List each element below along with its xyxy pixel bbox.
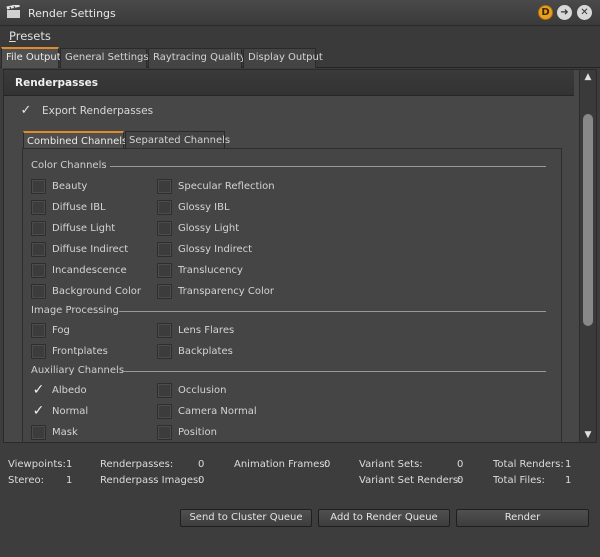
- checkbox-lens-flares[interactable]: [157, 323, 172, 338]
- checkbox-occlusion[interactable]: [157, 383, 172, 398]
- clapperboard-icon: [6, 5, 20, 18]
- export-renderpasses-label: Export Renderpasses: [42, 105, 154, 117]
- checkbox-glossy-ibl[interactable]: [157, 200, 172, 215]
- checkbox-label: Beauty: [52, 181, 88, 192]
- group-label-color-channels: Color Channels: [31, 160, 107, 171]
- checkbox-label: Diffuse IBL: [52, 202, 106, 213]
- stat-label: Total Renders:: [493, 459, 564, 470]
- checkbox-label: Glossy Indirect: [178, 244, 253, 255]
- checkbox-label: Diffuse Indirect: [52, 244, 129, 255]
- checkbox-label: Background Color: [52, 286, 141, 297]
- stat-label: Variant Set Renders:: [359, 475, 462, 486]
- stat-label: Renderpasses:: [100, 459, 174, 470]
- checkbox-label: Normal: [52, 406, 89, 417]
- checkbox-label: Fog: [52, 325, 70, 336]
- checkbox-label: Occlusion: [178, 385, 227, 396]
- stat-value: 0: [198, 475, 205, 486]
- checkbox-glossy-indirect[interactable]: [157, 242, 172, 257]
- checkbox-label: Glossy Light: [178, 223, 240, 234]
- checkbox-label: Camera Normal: [178, 406, 257, 417]
- stat-value: 1: [66, 475, 73, 486]
- checkbox-transparency-color[interactable]: [157, 284, 172, 299]
- checkmark-icon: ✓: [20, 103, 32, 118]
- divider: [119, 311, 546, 312]
- triangle-down-icon[interactable]: ▼: [580, 428, 596, 442]
- checkbox-label: Incandescence: [52, 265, 127, 276]
- divider: [110, 166, 546, 167]
- render-button[interactable]: Render: [456, 509, 589, 527]
- menu-bar: Presets: [0, 26, 600, 46]
- main-tab-bar: File Output General Settings Raytracing …: [0, 46, 600, 68]
- checkbox-label: Transparency Color: [178, 286, 274, 297]
- section-header: Renderpasses: [4, 70, 574, 96]
- stat-label: Total Files:: [493, 475, 545, 486]
- group-label-auxiliary-channels: Auxiliary Channels: [31, 365, 125, 376]
- checkbox-label: Specular Reflection: [178, 181, 275, 192]
- checkbox-fog[interactable]: [31, 323, 46, 338]
- content-panel: Renderpasses ▲ ▼ ✓ Export Renderpasses C…: [3, 69, 597, 443]
- checkbox-label: Mask: [52, 427, 78, 438]
- export-renderpasses-checkbox[interactable]: ✓ Export Renderpasses: [19, 103, 154, 119]
- tab-general-settings[interactable]: General Settings: [60, 48, 149, 68]
- menu-presets[interactable]: Presets: [9, 29, 51, 43]
- checkbox-specular-reflection[interactable]: [157, 179, 172, 194]
- scroll-thumb[interactable]: [583, 114, 593, 326]
- d-badge-icon[interactable]: D: [538, 5, 553, 20]
- checkbox-frontplates[interactable]: [31, 344, 46, 359]
- checkbox-position[interactable]: [157, 425, 172, 440]
- triangle-up-icon[interactable]: ▲: [580, 70, 596, 84]
- checkbox-mask[interactable]: [31, 425, 46, 440]
- checkbox-label: Glossy IBL: [178, 202, 230, 213]
- stat-label: Viewpoints:: [8, 459, 66, 470]
- checkbox-label: Albedo: [52, 385, 87, 396]
- checkbox-label: Position: [178, 427, 217, 438]
- checkbox-diffuse-indirect[interactable]: [31, 242, 46, 257]
- tab-display-output[interactable]: Display Output: [243, 48, 323, 68]
- checkbox-label: Lens Flares: [178, 325, 235, 336]
- checkbox-translucency[interactable]: [157, 263, 172, 278]
- checkbox-label: Frontplates: [52, 346, 108, 357]
- tab-file-output[interactable]: File Output: [1, 47, 61, 68]
- checkbox-label: Translucency: [178, 265, 243, 276]
- stat-value: 1: [565, 475, 572, 486]
- stat-label: Renderpass Images:: [100, 475, 202, 486]
- stat-value: 1: [565, 459, 572, 470]
- add-to-render-queue-button[interactable]: Add to Render Queue: [318, 509, 450, 527]
- arrow-right-icon[interactable]: ➜: [557, 5, 572, 20]
- checkbox-diffuse-light[interactable]: [31, 221, 46, 236]
- checkbox-label: Diffuse Light: [52, 223, 116, 234]
- checkbox-backplates[interactable]: [157, 344, 172, 359]
- tab-raytracing-quality[interactable]: Raytracing Quality: [148, 48, 246, 68]
- send-to-cluster-queue-button[interactable]: Send to Cluster Queue: [180, 509, 312, 527]
- stat-label: Animation Frames:: [234, 459, 328, 470]
- checkbox-albedo[interactable]: ✓: [31, 383, 46, 398]
- checkbox-diffuse-ibl[interactable]: [31, 200, 46, 215]
- stat-value: 0: [324, 459, 331, 470]
- checkbox-glossy-light[interactable]: [157, 221, 172, 236]
- stat-value: 0: [457, 459, 464, 470]
- window-title: Render Settings: [28, 7, 116, 20]
- title-bar: Render Settings D ➜ ✕: [0, 0, 600, 26]
- checkbox-incandescence[interactable]: [31, 263, 46, 278]
- checkbox-camera-normal[interactable]: [157, 404, 172, 419]
- stat-value: 1: [66, 459, 73, 470]
- stat-value: 0: [457, 475, 464, 486]
- checkbox-beauty[interactable]: [31, 179, 46, 194]
- checkbox-label: Backplates: [178, 346, 233, 357]
- vertical-scrollbar[interactable]: ▲ ▼: [579, 70, 596, 442]
- divider: [122, 371, 546, 372]
- stat-label: Variant Sets:: [359, 459, 423, 470]
- checkbox-normal[interactable]: ✓: [31, 404, 46, 419]
- render-stats: Viewpoints: 1 Stereo: 1 Renderpasses: 0 …: [0, 444, 600, 504]
- close-icon[interactable]: ✕: [577, 5, 592, 20]
- checkbox-background-color[interactable]: [31, 284, 46, 299]
- stat-value: 0: [198, 459, 205, 470]
- section-title: Renderpasses: [15, 77, 98, 89]
- group-label-image-processing: Image Processing: [31, 305, 119, 316]
- stat-label: Stereo:: [8, 475, 44, 486]
